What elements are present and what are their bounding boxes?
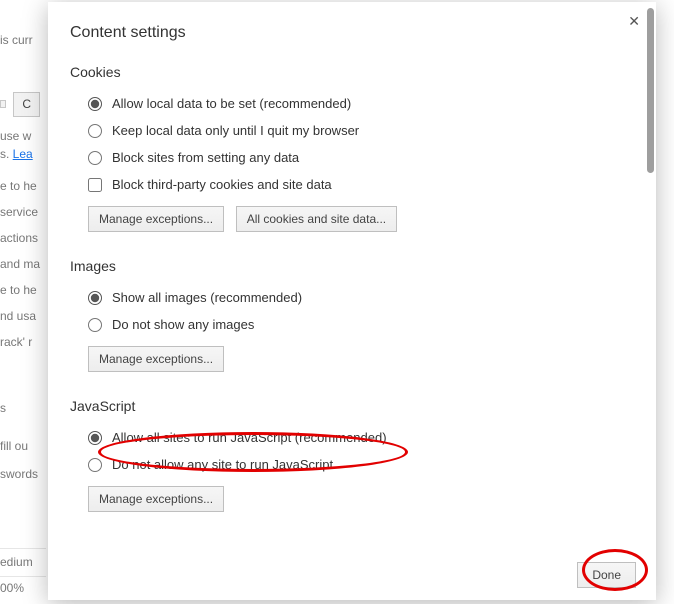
button-row: Manage exceptions... (70, 478, 622, 518)
radio-input[interactable] (88, 291, 102, 305)
scrollbar-track[interactable] (647, 4, 654, 552)
manage-exceptions-button[interactable]: Manage exceptions... (88, 206, 224, 232)
radio-js-allow[interactable]: Allow all sites to run JavaScript (recom… (70, 424, 622, 451)
section-heading: Cookies (70, 64, 622, 80)
checkbox-block-thirdparty[interactable]: Block third-party cookies and site data (70, 171, 622, 198)
scrollbar-thumb[interactable] (647, 8, 654, 173)
bg-text: swords (0, 466, 38, 483)
radio-label: Allow all sites to run JavaScript (recom… (112, 430, 387, 445)
radio-input[interactable] (88, 151, 102, 165)
dialog-footer: Done (48, 550, 656, 600)
radio-cookies-block[interactable]: Block sites from setting any data (70, 144, 622, 171)
bg-text: service (0, 204, 38, 221)
radio-input[interactable] (88, 431, 102, 445)
bg-text: s (0, 400, 6, 417)
section-javascript: JavaScript Allow all sites to run JavaSc… (70, 398, 622, 518)
radio-label: Show all images (recommended) (112, 290, 302, 305)
bg-link[interactable]: Lea (13, 147, 33, 161)
bg-text: use w (0, 128, 31, 145)
radio-images-show[interactable]: Show all images (recommended) (70, 284, 622, 311)
radio-label: Do not allow any site to run JavaScript (112, 457, 333, 472)
done-button[interactable]: Done (577, 562, 636, 588)
dialog-title: Content settings (70, 24, 622, 42)
bg-text: s. Lea (0, 146, 33, 163)
bg-button[interactable]: C (13, 92, 40, 117)
bg-text: edium (0, 548, 46, 577)
bg-text: e to he (0, 178, 37, 195)
radio-input[interactable] (88, 318, 102, 332)
radio-label: Block sites from setting any data (112, 150, 299, 165)
button-row: Manage exceptions... All cookies and sit… (70, 198, 622, 238)
section-images: Images Show all images (recommended) Do … (70, 258, 622, 378)
button-row: Manage exceptions... (70, 338, 622, 378)
radio-cookies-session[interactable]: Keep local data only until I quit my bro… (70, 117, 622, 144)
bg-text: fill ou (0, 438, 28, 455)
bg-text: and ma (0, 256, 40, 273)
radio-label: Keep local data only until I quit my bro… (112, 123, 359, 138)
radio-images-hide[interactable]: Do not show any images (70, 311, 622, 338)
radio-cookies-allow[interactable]: Allow local data to be set (recommended) (70, 90, 622, 117)
section-heading: Images (70, 258, 622, 274)
radio-input[interactable] (88, 124, 102, 138)
radio-label: Allow local data to be set (recommended) (112, 96, 351, 111)
manage-exceptions-button[interactable]: Manage exceptions... (88, 486, 224, 512)
bg-text: 00% (0, 580, 24, 597)
bg-text: nd usa (0, 308, 36, 325)
bg-text: actions (0, 230, 38, 247)
radio-js-block[interactable]: Do not allow any site to run JavaScript (70, 451, 622, 478)
checkbox-label: Block third-party cookies and site data (112, 177, 332, 192)
bg-text: rack' r (0, 334, 32, 351)
content-settings-dialog: ✕ Content settings Cookies Allow local d… (48, 2, 656, 600)
section-cookies: Cookies Allow local data to be set (reco… (70, 64, 622, 238)
all-cookies-button[interactable]: All cookies and site data... (236, 206, 397, 232)
radio-input[interactable] (88, 458, 102, 472)
bg-text: e to he (0, 282, 37, 299)
dialog-body: Content settings Cookies Allow local dat… (48, 2, 644, 554)
bg-text: is curr (0, 32, 33, 49)
manage-exceptions-button[interactable]: Manage exceptions... (88, 346, 224, 372)
bg-buttons-row: C (0, 92, 44, 117)
radio-label: Do not show any images (112, 317, 254, 332)
section-heading: JavaScript (70, 398, 622, 414)
radio-input[interactable] (88, 97, 102, 111)
checkbox-input[interactable] (88, 178, 102, 192)
